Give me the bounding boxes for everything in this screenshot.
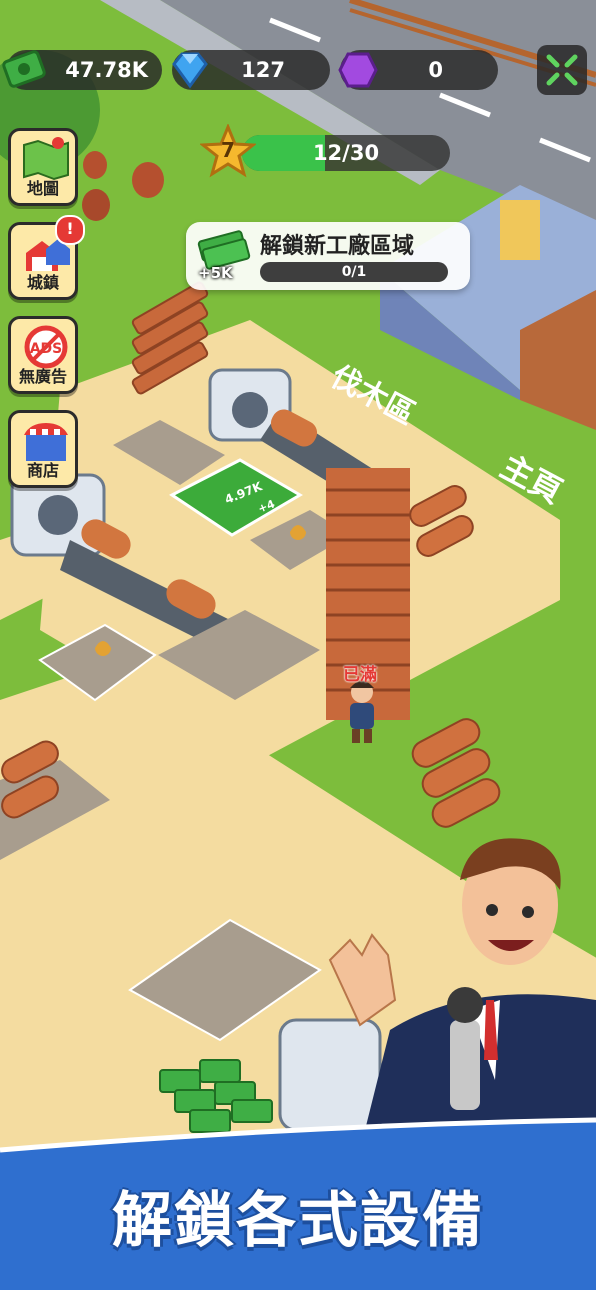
quest-title: 解鎖新工廠區域 [260,234,415,259]
crystal-counter[interactable]: 0 [338,50,498,90]
quest-progress-text: 0/1 [341,264,367,280]
level-number: 7 [221,138,235,162]
level-progress-text: 12/30 [312,141,380,165]
town-button[interactable]: ! 城鎮 [8,215,85,300]
gem-value: 127 [241,58,285,82]
promo-headline: 解鎖各式設備 [112,1186,484,1256]
map-button[interactable]: 地圖 [8,128,78,206]
game-world[interactable] [0,0,596,1290]
town-alert-badge: ! [55,215,85,245]
gem-counter[interactable]: 127 [172,50,330,90]
fullscreen-button[interactable] [537,45,587,95]
level-progress: 12/30 7 [200,124,450,182]
shop-label: 商店 [26,461,59,480]
cash-icon [2,50,46,88]
map-label: 地圖 [26,179,59,198]
no-ads-label: 無廣告 [18,367,67,386]
shop-button[interactable]: 商店 [8,410,78,488]
quest-card[interactable]: +5K 解鎖新工廠區域 0/1 [186,222,470,290]
diamond-icon [172,52,208,89]
crystal-value: 0 [428,58,443,82]
town-label: 城鎮 [26,273,59,292]
stack-full-label: 已滿 [343,665,377,685]
purple-crystal-icon [338,52,378,88]
shrink-arrows-icon [546,54,578,86]
cash-value: 47.78K [65,58,148,82]
quest-reward: +5K [198,264,233,282]
no-ads-button[interactable]: ADS 無廣告 [8,316,78,394]
cash-counter[interactable]: 47.78K [2,50,162,90]
level-bar: 12/30 [242,135,450,171]
quest-progress-bar: 0/1 [260,262,448,282]
